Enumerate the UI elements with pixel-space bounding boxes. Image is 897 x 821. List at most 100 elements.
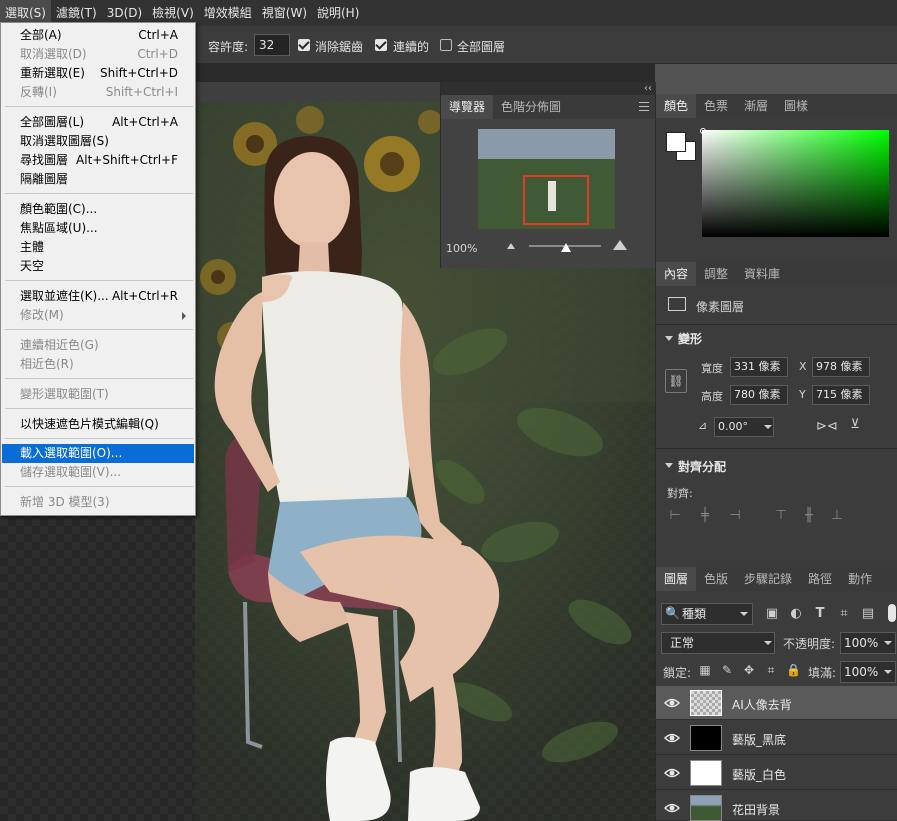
- blend-mode-select[interactable]: 正常: [661, 632, 775, 654]
- tab-actions[interactable]: 動作: [840, 567, 880, 591]
- layer-thumbnail: [690, 725, 722, 751]
- foreground-color-swatch[interactable]: [666, 132, 686, 152]
- flip-vertical-icon[interactable]: ⊻: [846, 417, 864, 432]
- filter-dropdown-icon[interactable]: [740, 612, 748, 616]
- opacity-dropdown-icon[interactable]: [884, 641, 892, 645]
- y-input[interactable]: 715 像素: [812, 385, 870, 405]
- menu-item-inverse[interactable]: 反轉(I) Shift+Ctrl+I: [2, 83, 194, 102]
- angle-dropdown-icon[interactable]: [764, 425, 772, 429]
- collapse-align-icon[interactable]: [665, 463, 673, 468]
- layer-row[interactable]: AI人像去背: [656, 686, 897, 720]
- zoom-in-icon[interactable]: [613, 240, 627, 250]
- filter-adjustment-icon[interactable]: ◐: [788, 606, 804, 621]
- menu-item-grow[interactable]: 連續相近色(G): [2, 336, 194, 355]
- align-bottom-icon[interactable]: ⊥: [828, 508, 846, 523]
- menu-item-similar[interactable]: 相近色(R): [2, 355, 194, 374]
- panel-menu-icon[interactable]: [639, 102, 649, 111]
- blend-mode-dropdown-icon[interactable]: [764, 641, 772, 645]
- menu-separator: [5, 408, 193, 409]
- menu-item-subject[interactable]: 主體: [2, 238, 194, 257]
- x-input[interactable]: 978 像素: [812, 357, 870, 377]
- tab-histogram[interactable]: 色階分佈圖: [493, 95, 569, 119]
- navigator-preview[interactable]: [478, 129, 615, 229]
- menu-item-all-layers[interactable]: 全部圖層(L) Alt+Ctrl+A: [2, 113, 194, 132]
- menu-item-deselect[interactable]: 取消選取(D) Ctrl+D: [2, 45, 194, 64]
- align-right-icon[interactable]: ⊣: [726, 508, 744, 523]
- color-picker-cursor[interactable]: [700, 128, 706, 134]
- tab-paths[interactable]: 路徑: [800, 567, 840, 591]
- eye-icon[interactable]: [664, 801, 680, 815]
- tab-gradients[interactable]: 漸層: [736, 94, 776, 118]
- all-layers-checkbox[interactable]: [440, 39, 452, 51]
- filter-smart-object-icon[interactable]: ▤: [860, 606, 876, 621]
- menu-item-load-selection[interactable]: 載入選取範圍(O)...: [2, 444, 194, 463]
- menu-separator: [5, 193, 193, 194]
- height-input[interactable]: 780 像素: [730, 385, 788, 405]
- contiguous-checkbox[interactable]: [375, 39, 387, 51]
- link-icon[interactable]: ⛓: [665, 369, 687, 393]
- lock-artboard-icon[interactable]: ⌗: [764, 663, 778, 678]
- collapse-panels-button[interactable]: ‹‹: [441, 82, 656, 95]
- search-icon: 🔍: [665, 606, 680, 620]
- navigator-tabs: 導覽器 色階分佈圖: [441, 95, 655, 119]
- menu-item-select-all[interactable]: 全部(A) Ctrl+A: [2, 26, 194, 45]
- filter-pixel-icon[interactable]: ▣: [764, 606, 780, 621]
- menu-item-new-3d-model[interactable]: 新增 3D 模型(3): [2, 493, 194, 512]
- menu-item-deselect-layers[interactable]: 取消選取圖層(S): [2, 132, 194, 151]
- tab-properties[interactable]: 內容: [656, 262, 697, 286]
- color-picker-field[interactable]: [702, 130, 889, 237]
- tab-history[interactable]: 步驟記錄: [736, 567, 800, 591]
- menu-item-transform-selection[interactable]: 變形選取範圍(T): [2, 385, 194, 404]
- collapse-transform-icon[interactable]: [665, 336, 673, 341]
- filter-toggle[interactable]: [888, 604, 896, 622]
- eye-icon[interactable]: [664, 766, 680, 780]
- tolerance-input[interactable]: 32: [254, 34, 290, 56]
- view-box[interactable]: [523, 175, 589, 225]
- menu-item-find-layers[interactable]: 尋找圖層 Alt+Shift+Ctrl+F: [2, 151, 194, 170]
- filter-shape-icon[interactable]: ⌗: [836, 606, 852, 621]
- lock-all-icon[interactable]: 🔒: [786, 663, 801, 677]
- layer-row[interactable]: 花田背景: [656, 791, 897, 821]
- tab-color[interactable]: 顏色: [656, 94, 697, 118]
- tab-patterns[interactable]: 圖樣: [776, 94, 816, 118]
- tab-adjustments[interactable]: 調整: [696, 262, 736, 286]
- fill-dropdown-icon[interactable]: [884, 670, 892, 674]
- align-center-icon[interactable]: ╪: [696, 508, 714, 523]
- menu-item-modify[interactable]: 修改(M): [2, 306, 194, 325]
- navigator-zoom[interactable]: 100%: [446, 242, 477, 255]
- tab-layers[interactable]: 圖層: [656, 567, 697, 591]
- menu-help[interactable]: 說明(H): [312, 0, 364, 26]
- eye-icon[interactable]: [664, 696, 680, 710]
- menu-plugins[interactable]: 增效模組: [199, 0, 257, 26]
- menu-item-sky[interactable]: 天空: [2, 257, 194, 276]
- menu-item-select-and-mask[interactable]: 選取並遮住(K)... Alt+Ctrl+R: [2, 287, 194, 306]
- align-left-icon[interactable]: ⊢: [666, 508, 684, 523]
- tab-channels[interactable]: 色版: [696, 567, 736, 591]
- flip-horizontal-icon[interactable]: ⊳⊲: [816, 419, 838, 434]
- antialias-checkbox[interactable]: [298, 39, 310, 51]
- align-top-icon[interactable]: ⊤: [772, 508, 790, 523]
- eye-icon[interactable]: [664, 731, 680, 745]
- properties-tabs: 內容 調整 資料庫: [656, 262, 897, 286]
- menu-item-quick-mask[interactable]: 以快速遮色片模式編輯(Q): [2, 415, 194, 434]
- width-input[interactable]: 331 像素: [730, 357, 788, 377]
- filter-type-icon[interactable]: T: [812, 606, 828, 621]
- tab-swatches[interactable]: 色票: [696, 94, 736, 118]
- align-middle-icon[interactable]: ╫: [800, 508, 818, 523]
- zoom-out-icon[interactable]: [507, 243, 515, 249]
- menu-item-color-range[interactable]: 顏色範圍(C)...: [2, 200, 194, 219]
- tab-navigator[interactable]: 導覽器: [441, 95, 494, 119]
- lock-image-icon[interactable]: ✎: [720, 663, 734, 677]
- menu-window[interactable]: 視窗(W): [257, 0, 312, 26]
- menu-item-save-selection[interactable]: 儲存選取範圍(V)...: [2, 463, 194, 482]
- lock-position-icon[interactable]: ✥: [742, 663, 756, 677]
- zoom-slider-handle[interactable]: [561, 243, 571, 252]
- menu-item-focus-area[interactable]: 焦點區域(U)...: [2, 219, 194, 238]
- layer-row[interactable]: 藝版_白色: [656, 756, 897, 790]
- menu-item-isolate-layers[interactable]: 隔離圖層: [2, 170, 194, 189]
- layer-row[interactable]: 藝版_黑底: [656, 721, 897, 755]
- tab-libraries[interactable]: 資料庫: [736, 262, 788, 286]
- menu-item-reselect[interactable]: 重新選取(E) Shift+Ctrl+D: [2, 64, 194, 83]
- lock-transparent-icon[interactable]: ▦: [698, 663, 712, 677]
- x-label: X: [799, 360, 807, 373]
